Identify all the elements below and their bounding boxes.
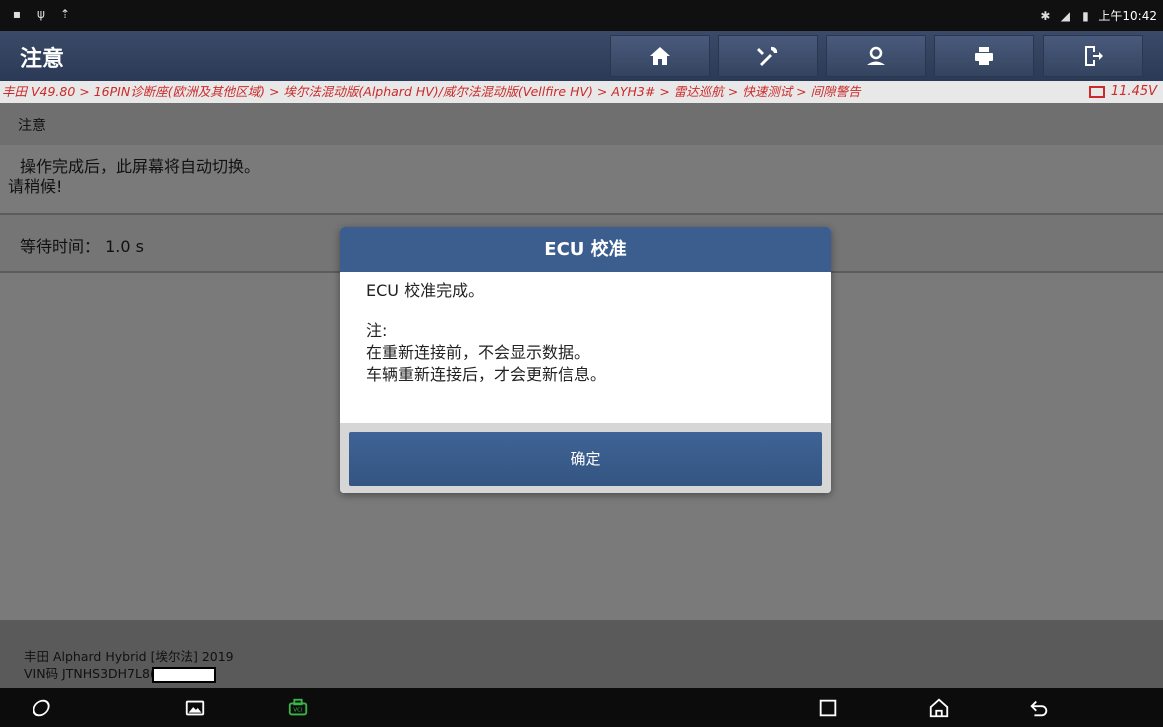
status-message: 操作完成后，此屏幕将自动切换。 请稍候!: [0, 147, 1163, 213]
wait-time-label: 等待时间：: [20, 237, 101, 256]
breadcrumb-path: 丰田 V49.80 > 16PIN诊断座(欧洲及其他区域) > 埃尔法混动版(A…: [2, 84, 861, 99]
status-bar-right: ✱ ◢ ▮ 上午10:42: [1038, 7, 1157, 24]
recents-button[interactable]: [816, 696, 840, 720]
gallery-notification-icon: ▪: [12, 7, 22, 21]
battery-icon: ▮: [1082, 8, 1089, 23]
status-bar-left: ▪ ψ ⇡: [10, 7, 72, 21]
voltage-value: 11.45V: [1110, 84, 1157, 99]
back-button[interactable]: [1027, 696, 1051, 720]
ok-button[interactable]: 确定: [349, 432, 822, 486]
breadcrumb: 丰田 V49.80 > 16PIN诊断座(欧洲及其他区域) > 埃尔法混动版(A…: [0, 81, 1163, 103]
back-icon: [1030, 700, 1048, 717]
car-battery-icon: [1088, 86, 1105, 98]
print-icon: [975, 47, 993, 65]
signal-icon: ◢: [1060, 8, 1071, 23]
page-title: 注意: [20, 47, 65, 72]
vin-redaction: [151, 666, 216, 683]
vin-text: VIN码 JTNHS3DH7L8(: [24, 666, 155, 681]
user-icon: [867, 46, 885, 65]
vehicle-vin: VIN码 JTNHS3DH7L8(: [24, 665, 1139, 683]
message-line-1: 操作完成后，此屏幕将自动切换。: [20, 157, 261, 176]
wait-time-value: 1.0 s: [105, 237, 144, 256]
status-time: 上午10:42: [1098, 9, 1157, 23]
home-icon: [650, 47, 670, 65]
tool-button[interactable]: [718, 35, 818, 77]
message-line-2: 请稍候!: [8, 177, 63, 196]
section-heading: 注意: [0, 103, 1163, 145]
home-nav-button[interactable]: [927, 696, 951, 720]
app-header: 注意: [0, 31, 1163, 81]
dialog-note-line-2: 车辆重新连接后，才会更新信息。: [366, 365, 607, 384]
bluetooth-icon: ✱: [1040, 8, 1051, 23]
dialog-footer: 确定: [340, 423, 831, 493]
gallery-button[interactable]: [183, 696, 207, 720]
upload-icon: ⇡: [59, 7, 71, 21]
dialog-title: ECU 校准: [340, 227, 831, 272]
home-button[interactable]: [610, 35, 710, 77]
vci-icon: VCI: [288, 698, 308, 716]
print-button[interactable]: [934, 35, 1034, 77]
orbit-icon: [33, 699, 50, 717]
tool-icon: [757, 46, 778, 66]
exit-button[interactable]: [1043, 35, 1143, 77]
vehicle-info: 丰田 Alphard Hybrid [埃尔法] 2019 VIN码 JTNHS3…: [0, 620, 1163, 688]
dialog-body: ECU 校准完成。 注: 在重新连接前，不会显示数据。 车辆重新连接后，才会更新…: [340, 272, 831, 422]
exit-icon: [1085, 46, 1103, 66]
status-bar: ▪ ψ ⇡ ✱ ◢ ▮ 上午10:42: [0, 0, 1163, 31]
android-nav-bar: VCI: [0, 688, 1163, 727]
vehicle-model: 丰田 Alphard Hybrid [埃尔法] 2019: [24, 649, 234, 664]
ecu-calibration-dialog: ECU 校准 ECU 校准完成。 注: 在重新连接前，不会显示数据。 车辆重新连…: [340, 227, 831, 493]
user-button[interactable]: [826, 35, 926, 77]
recents-icon: [819, 699, 837, 717]
browser-button[interactable]: [32, 696, 56, 720]
svg-text:VCI: VCI: [293, 708, 303, 714]
dialog-note-label: 注:: [366, 321, 388, 340]
dialog-note-line-1: 在重新连接前，不会显示数据。: [366, 343, 591, 362]
usb-icon: ψ: [37, 7, 45, 21]
dialog-line-1: ECU 校准完成。: [366, 281, 485, 300]
image-icon: [185, 700, 205, 716]
voltage-indicator: 11.45V: [1088, 81, 1157, 103]
vci-button[interactable]: VCI: [286, 696, 310, 720]
home-outline-icon: [929, 698, 949, 718]
